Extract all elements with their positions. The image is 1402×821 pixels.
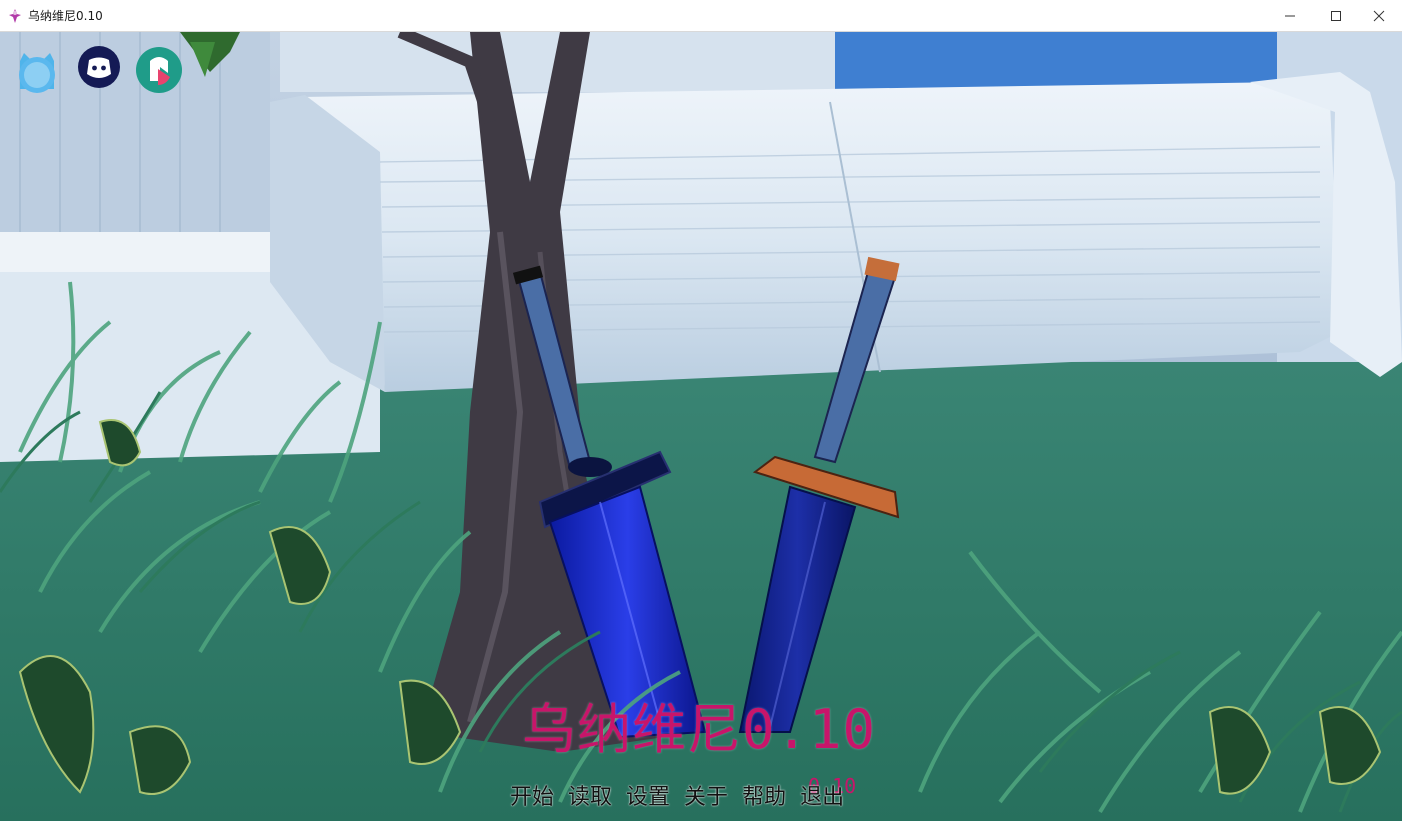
app-badge-icon	[136, 47, 182, 93]
cat-logo[interactable]	[14, 49, 60, 95]
maximize-icon	[1331, 11, 1341, 21]
fairy-icon	[9, 9, 21, 23]
menu-load[interactable]: 读取	[568, 780, 612, 816]
menu-help[interactable]: 帮助	[742, 780, 786, 816]
maximize-button[interactable]	[1313, 0, 1359, 32]
window-title: 乌纳维尼0.10	[28, 9, 103, 23]
close-icon	[1373, 10, 1385, 22]
window-titlebar: 乌纳维尼0.10	[0, 0, 1402, 32]
game-title: 乌纳维尼0.10	[0, 700, 1402, 760]
main-menu: 开始 读取 设置 关于 帮助 退出	[510, 780, 858, 816]
menu-start[interactable]: 开始	[510, 780, 554, 816]
app-badge-button[interactable]	[136, 47, 182, 93]
minimize-button[interactable]	[1267, 0, 1313, 32]
menu-about[interactable]: 关于	[684, 780, 728, 816]
discord-button[interactable]	[78, 46, 120, 88]
menu-quit[interactable]: 退出	[800, 780, 844, 816]
discord-icon	[78, 46, 120, 88]
game-scene[interactable]: 乌纳维尼0.10 0.10 开始 读取 设置 关于 帮助 退出	[0, 32, 1402, 821]
cat-logo-icon	[19, 53, 55, 93]
menu-settings[interactable]: 设置	[626, 780, 670, 816]
minimize-icon	[1285, 15, 1295, 17]
game-title-text: 乌纳维尼0.10	[521, 698, 877, 761]
close-button[interactable]	[1356, 0, 1402, 32]
